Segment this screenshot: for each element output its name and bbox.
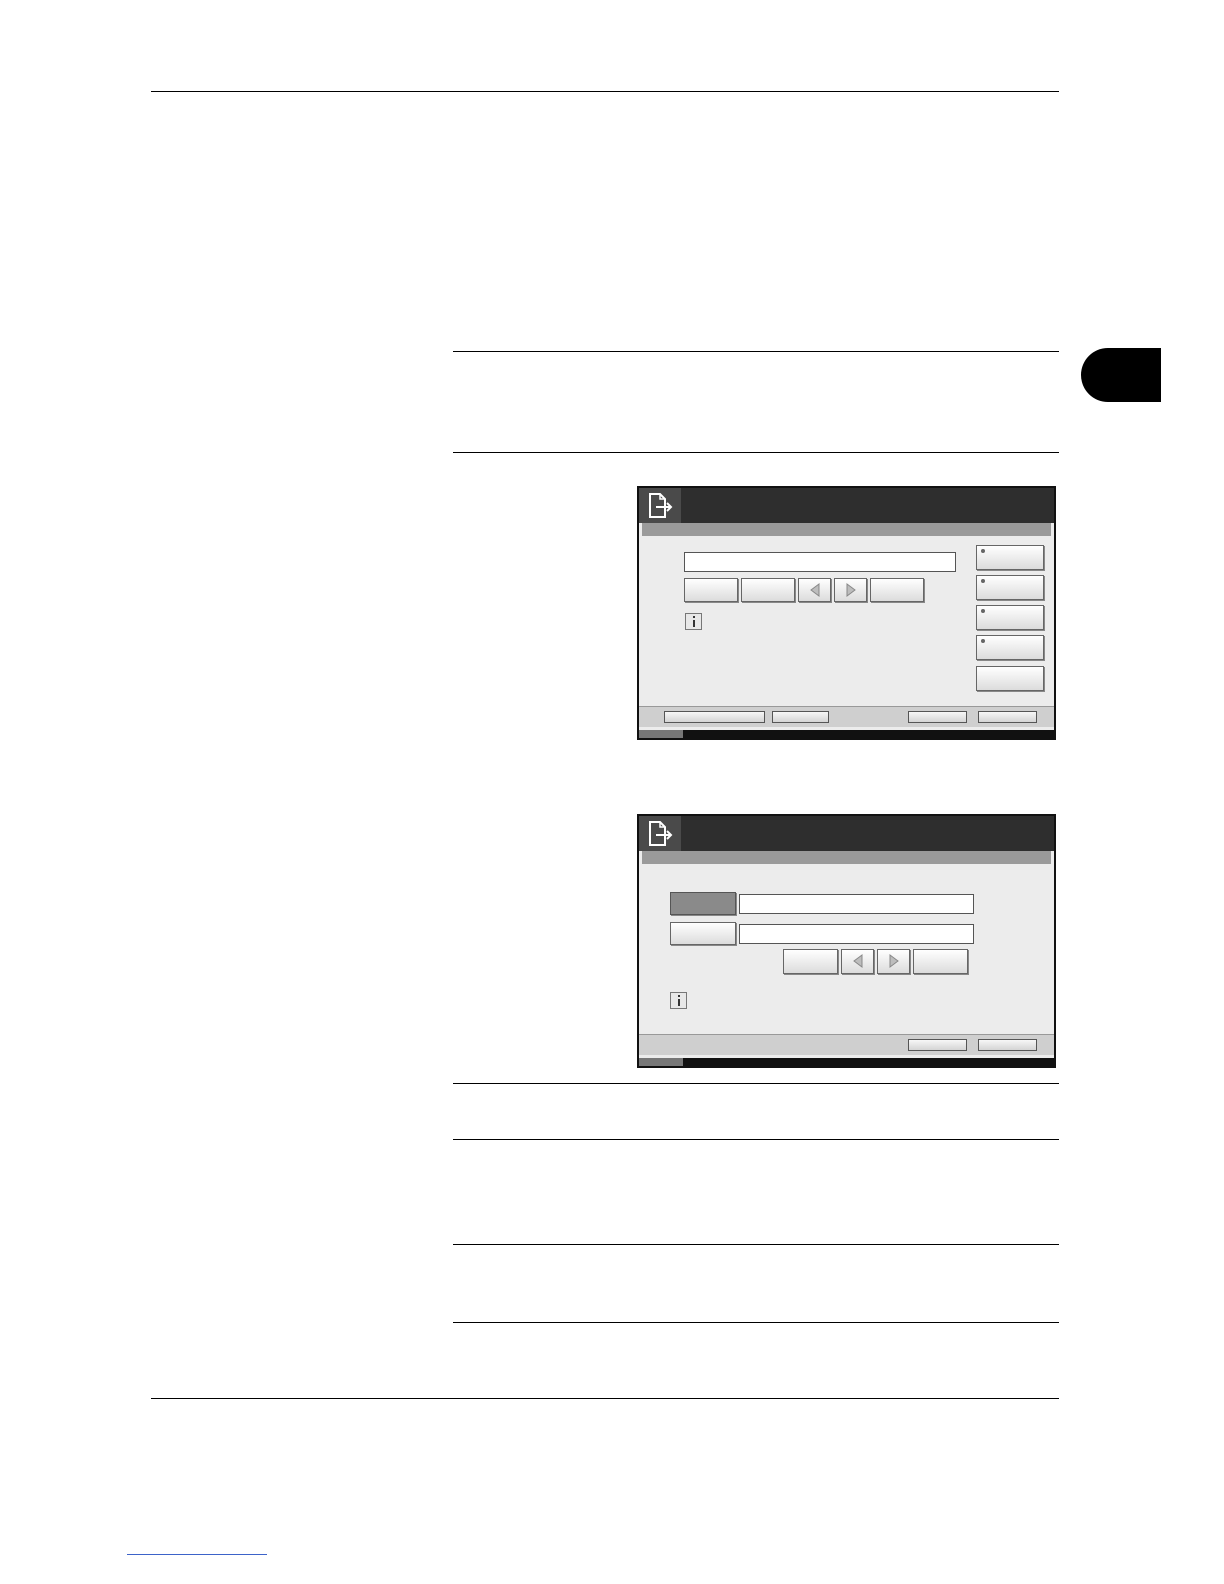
footer-button[interactable] (978, 1039, 1037, 1051)
panel-title-bar (639, 816, 1054, 851)
key-button[interactable] (870, 578, 924, 602)
section-rule (453, 351, 1059, 352)
first-input[interactable] (739, 894, 974, 914)
triangle-left-icon (853, 954, 863, 968)
side-button[interactable] (976, 635, 1044, 660)
footer-button[interactable] (664, 711, 765, 723)
cursor-right-button[interactable] (834, 578, 867, 602)
cursor-right-button[interactable] (877, 949, 910, 974)
side-button[interactable] (976, 666, 1044, 691)
info-icon (670, 992, 687, 1009)
info-icon (685, 613, 702, 630)
indicator-dot (981, 549, 985, 553)
footer-link-underline[interactable] (127, 1554, 267, 1555)
icon-container (639, 816, 681, 851)
footer-button[interactable] (908, 1039, 967, 1051)
footer-rule (151, 1398, 1059, 1399)
footer-button[interactable] (908, 711, 967, 723)
field-select-button[interactable] (670, 892, 736, 915)
status-indicator (639, 1058, 683, 1066)
section-rule (453, 1244, 1059, 1245)
triangle-right-icon (889, 954, 899, 968)
name-input[interactable] (684, 552, 956, 572)
header-rule (151, 91, 1059, 92)
control-panel-screen (637, 814, 1056, 1068)
status-indicator (639, 730, 683, 738)
panel-sub-bar (642, 523, 1051, 536)
key-button[interactable] (783, 949, 838, 974)
triangle-left-icon (810, 583, 820, 597)
key-button[interactable] (741, 578, 795, 602)
control-panel-screen (637, 486, 1056, 740)
icon-container (639, 488, 681, 523)
cursor-left-button[interactable] (841, 949, 874, 974)
section-rule (453, 1139, 1059, 1140)
field-select-button[interactable] (670, 922, 736, 945)
section-rule (453, 452, 1059, 453)
indicator-dot (981, 609, 985, 613)
status-strip (639, 1058, 1054, 1066)
second-input[interactable] (739, 924, 974, 944)
footer-button[interactable] (772, 711, 829, 723)
panel-footer (639, 706, 1054, 727)
indicator-dot (981, 639, 985, 643)
section-rule (453, 1322, 1059, 1323)
triangle-right-icon (846, 583, 856, 597)
side-button[interactable] (976, 545, 1044, 570)
document-send-icon (649, 821, 673, 846)
side-button[interactable] (976, 605, 1044, 630)
side-button[interactable] (976, 575, 1044, 600)
cursor-left-button[interactable] (798, 578, 831, 602)
footer-button[interactable] (978, 711, 1037, 723)
panel-title-bar (639, 488, 1054, 523)
document-send-icon (649, 493, 673, 518)
panel-footer (639, 1034, 1054, 1055)
indicator-dot (981, 579, 985, 583)
key-button[interactable] (684, 578, 738, 602)
panel-sub-bar (642, 851, 1051, 864)
section-rule (453, 1083, 1059, 1084)
status-strip (639, 730, 1054, 738)
key-button[interactable] (913, 949, 968, 974)
chapter-tab (1081, 348, 1161, 402)
